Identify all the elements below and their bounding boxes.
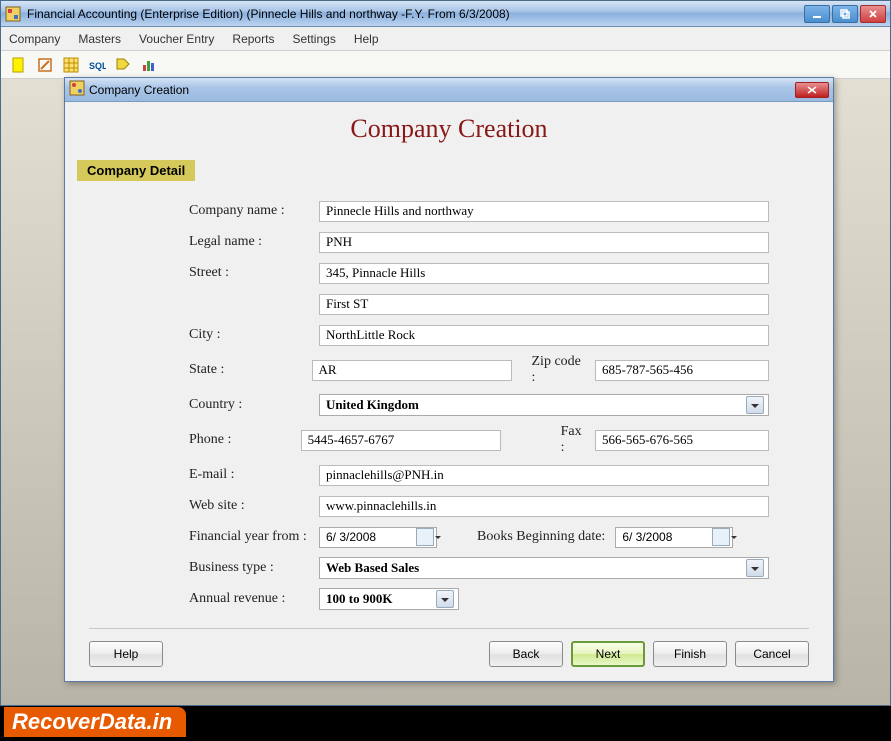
dropdown-arrow-icon	[751, 567, 759, 571]
street1-input[interactable]	[319, 263, 769, 284]
cancel-button-label: Cancel	[753, 647, 790, 661]
edit-icon[interactable]	[35, 55, 55, 75]
chevron-down-icon	[731, 536, 737, 539]
menu-masters[interactable]: Masters	[78, 32, 121, 46]
zip-input[interactable]	[595, 360, 769, 381]
dropdown-arrow-icon	[751, 404, 759, 408]
phone-label: Phone :	[189, 432, 301, 448]
fax-input[interactable]	[595, 430, 769, 451]
company-name-input[interactable]	[319, 201, 769, 222]
fy-from-date[interactable]: 6/ 3/2008	[319, 527, 437, 548]
sql-icon[interactable]: SQL	[87, 55, 107, 75]
dialog-body: Company Creation Company Detail Company …	[65, 102, 833, 630]
phone-input[interactable]	[301, 430, 501, 451]
dialog-close-button[interactable]	[795, 82, 829, 98]
minimize-button[interactable]	[804, 5, 830, 23]
finish-button-label: Finish	[674, 647, 706, 661]
business-type-value: Web Based Sales	[326, 560, 419, 576]
chevron-down-icon	[435, 536, 441, 539]
menu-company[interactable]: Company	[9, 32, 60, 46]
city-input[interactable]	[319, 325, 769, 346]
help-button-label: Help	[114, 647, 139, 661]
state-input[interactable]	[312, 360, 512, 381]
company-name-label: Company name :	[189, 203, 319, 219]
legal-name-input[interactable]	[319, 232, 769, 253]
grid-icon[interactable]	[61, 55, 81, 75]
next-button-label: Next	[596, 647, 621, 661]
business-type-label: Business type :	[189, 560, 319, 576]
toolbar: SQL	[1, 51, 890, 79]
dialog-footer: Help Back Next Finish Cancel	[89, 641, 809, 667]
form: Company name : Legal name : Street : Cit…	[89, 199, 809, 611]
chart-icon[interactable]	[139, 55, 159, 75]
annual-revenue-select[interactable]: 100 to 900K	[319, 588, 459, 610]
fy-from-value: 6/ 3/2008	[326, 530, 376, 544]
next-button[interactable]: Next	[571, 641, 645, 667]
watermark-text: RecoverData.in	[12, 709, 172, 734]
divider	[89, 628, 809, 629]
menu-reports[interactable]: Reports	[232, 32, 274, 46]
back-button-label: Back	[513, 647, 540, 661]
cancel-button[interactable]: Cancel	[735, 641, 809, 667]
city-label: City :	[189, 327, 319, 343]
section-header: Company Detail	[77, 160, 195, 181]
dialog-titlebar: Company Creation	[65, 78, 833, 102]
finish-button[interactable]: Finish	[653, 641, 727, 667]
books-begin-value: 6/ 3/2008	[622, 530, 672, 544]
menu-help[interactable]: Help	[354, 32, 379, 46]
email-input[interactable]	[319, 465, 769, 486]
country-select[interactable]: United Kingdom	[319, 394, 769, 416]
menubar: Company Masters Voucher Entry Reports Se…	[1, 27, 890, 51]
website-input[interactable]	[319, 496, 769, 517]
books-begin-date[interactable]: 6/ 3/2008	[615, 527, 733, 548]
tag-icon[interactable]	[113, 55, 133, 75]
app-titlebar: Financial Accounting (Enterprise Edition…	[1, 1, 890, 27]
country-label: Country :	[189, 397, 319, 413]
app-icon	[5, 6, 21, 22]
annual-revenue-label: Annual revenue :	[189, 591, 319, 607]
business-type-select[interactable]: Web Based Sales	[319, 557, 769, 579]
menu-settings[interactable]: Settings	[292, 32, 335, 46]
company-creation-dialog: Company Creation Company Creation Compan…	[64, 77, 834, 682]
fy-from-label: Financial year from :	[189, 529, 319, 545]
street2-input[interactable]	[319, 294, 769, 315]
legal-name-label: Legal name :	[189, 234, 319, 250]
new-file-icon[interactable]	[9, 55, 29, 75]
app-window: Financial Accounting (Enterprise Edition…	[0, 0, 891, 706]
fax-label: Fax :	[561, 424, 585, 456]
country-value: United Kingdom	[326, 397, 419, 413]
dropdown-arrow-icon	[441, 598, 449, 602]
back-button[interactable]: Back	[489, 641, 563, 667]
menu-voucher-entry[interactable]: Voucher Entry	[139, 32, 214, 46]
website-label: Web site :	[189, 498, 319, 514]
books-begin-label: Books Beginning date:	[477, 529, 605, 545]
close-button[interactable]	[860, 5, 886, 23]
zip-label: Zip code :	[532, 354, 586, 386]
email-label: E-mail :	[189, 467, 319, 483]
window-controls	[804, 5, 886, 23]
page-title: Company Creation	[89, 114, 809, 144]
annual-revenue-value: 100 to 900K	[326, 591, 392, 607]
svg-text:SQL: SQL	[89, 61, 106, 71]
state-label: State :	[189, 362, 312, 378]
app-title: Financial Accounting (Enterprise Edition…	[27, 7, 510, 21]
dialog-title: Company Creation	[89, 83, 189, 97]
maximize-button[interactable]	[832, 5, 858, 23]
dialog-icon	[69, 80, 85, 99]
help-button[interactable]: Help	[89, 641, 163, 667]
street-label: Street :	[189, 265, 319, 281]
watermark: RecoverData.in	[4, 707, 186, 737]
